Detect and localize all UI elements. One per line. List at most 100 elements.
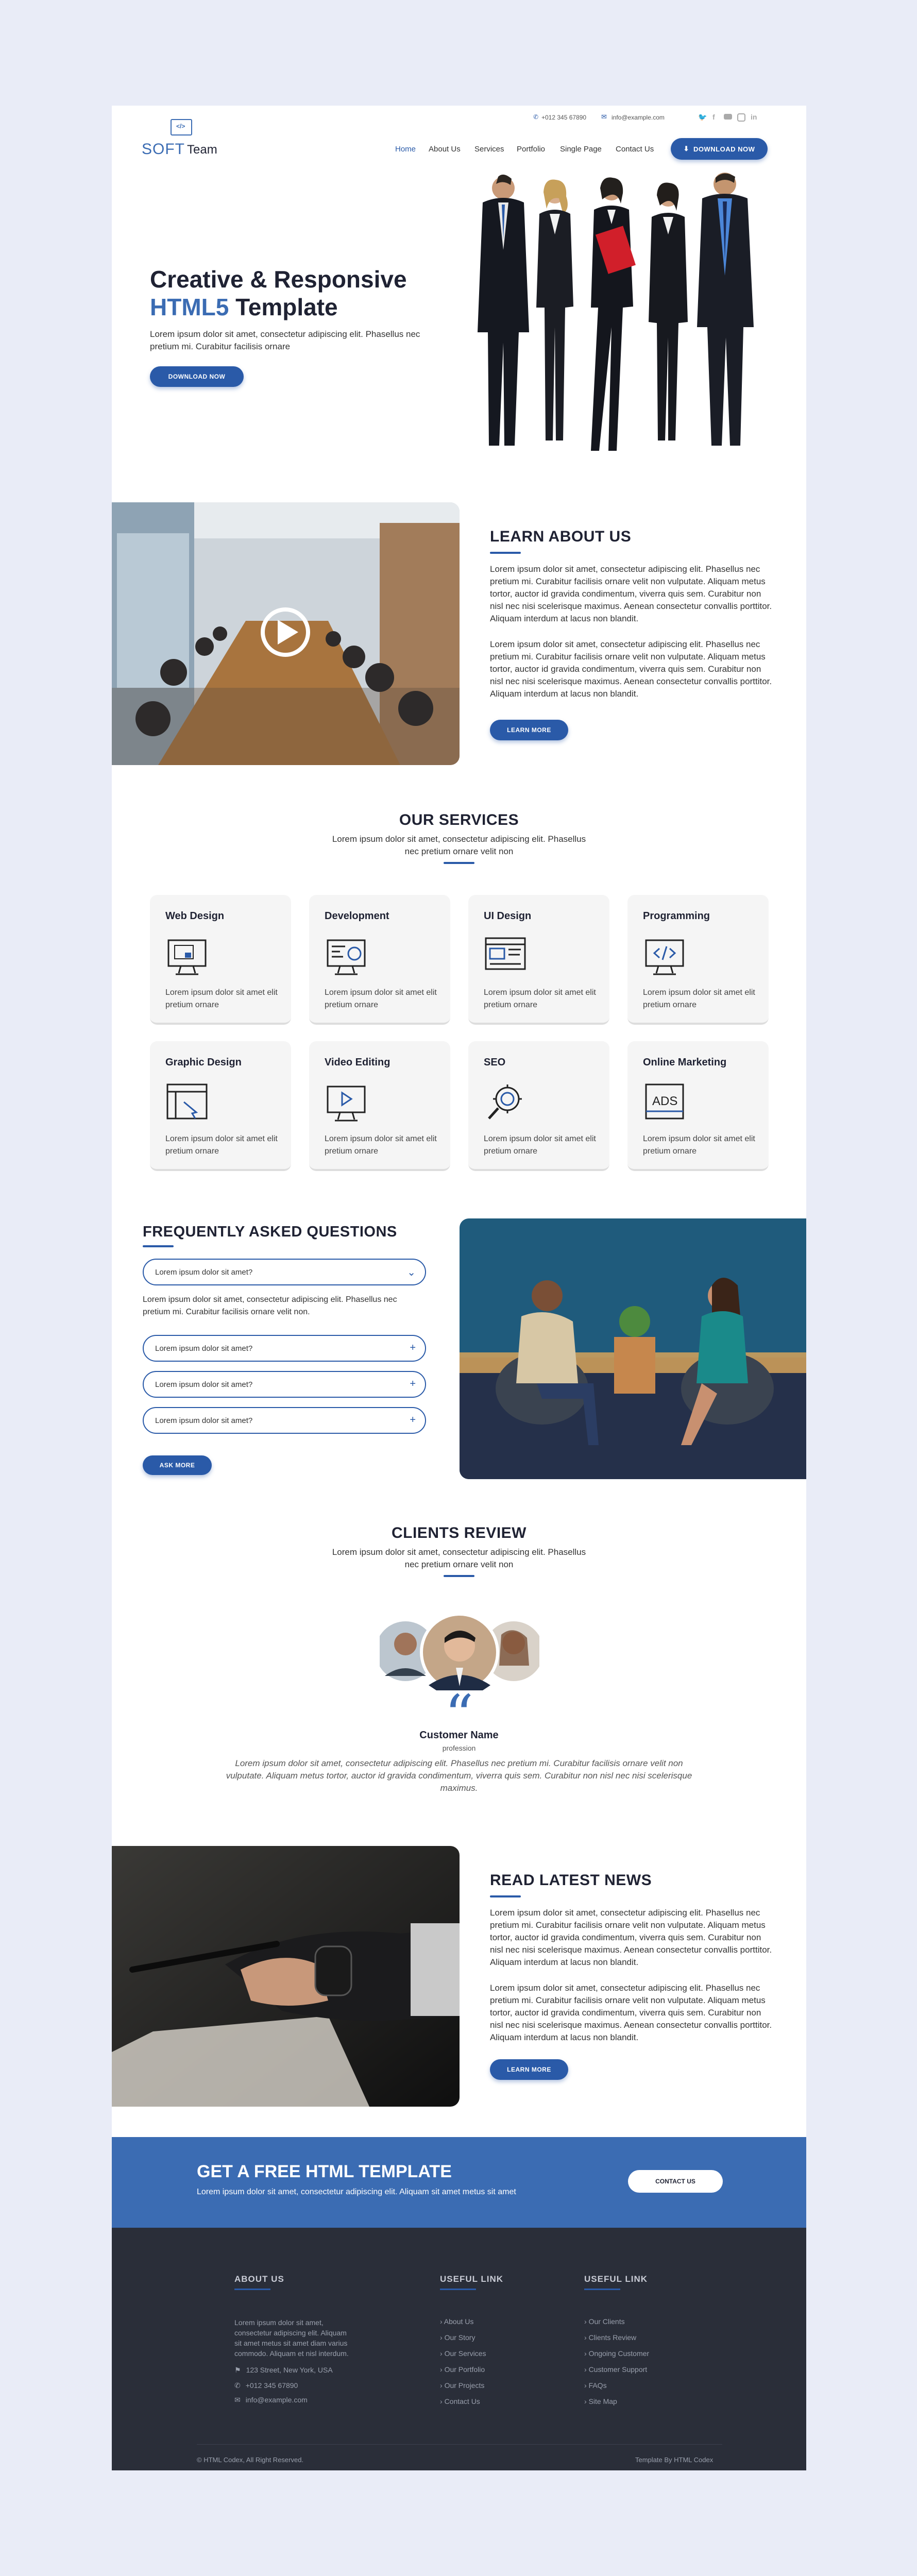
hero-download-button[interactable]: DOWNLOAD NOW <box>150 366 244 387</box>
service-card-seo[interactable]: SEO Lorem ipsum dolor sit amet elit pret… <box>468 1041 609 1171</box>
facebook-icon[interactable]: f <box>712 113 715 121</box>
client-review: Lorem ipsum dolor sit amet, consectetur … <box>226 1758 692 1793</box>
footer-link-customer-support[interactable]: › Customer Support <box>584 2365 647 2374</box>
logo-monitor-icon: </> <box>171 119 192 135</box>
service-card-programming[interactable]: Programming Lorem ipsum dolor sit amet e… <box>627 895 769 1025</box>
faq-question[interactable]: Lorem ipsum dolor sit amet? + <box>143 1335 426 1362</box>
web-design-icon <box>167 939 207 975</box>
footer-about-text: Lorem ipsum dolor sit amet, consectetur … <box>234 2318 349 2358</box>
about-title: LEARN ABOUT US <box>490 528 632 545</box>
faq-section: FREQUENTLY ASKED QUESTIONS Lorem ipsum d… <box>112 1218 806 1486</box>
footer-about-title: ABOUT US <box>234 2274 284 2284</box>
service-text: Lorem ipsum dolor sit amet elit pretium … <box>643 1134 755 1156</box>
faq-title-underline <box>143 1245 174 1247</box>
hero-title-html: HTML5 <box>150 294 229 320</box>
nav-services[interactable]: Services <box>474 145 504 154</box>
footer-credit[interactable]: Template By HTML Codex <box>635 2456 713 2464</box>
person-2 <box>536 179 573 440</box>
footer-link-faqs[interactable]: › FAQs <box>584 2381 607 2389</box>
services-section: OUR SERVICES Lorem ipsum dolor sit amet,… <box>112 806 806 1177</box>
faq-question-text: Lorem ipsum dolor sit amet? <box>155 1344 253 1353</box>
clients-section: CLIENTS REVIEW Lorem ipsum dolor sit ame… <box>112 1517 806 1806</box>
services-title: OUR SERVICES <box>399 811 519 828</box>
nav-portfolio[interactable]: Portfolio <box>517 145 545 154</box>
footer-link-label: Contact Us <box>444 2397 480 2405</box>
footer-link-label: Customer Support <box>588 2365 648 2374</box>
person-5 <box>697 173 754 446</box>
phone-icon: ✆ <box>533 113 539 121</box>
development-icon <box>327 939 366 975</box>
youtube-icon[interactable] <box>724 114 732 120</box>
cta-title: GET A FREE HTML TEMPLATE <box>197 2162 452 2181</box>
linkedin-icon[interactable]: in <box>751 113 757 121</box>
nav-contact-us[interactable]: Contact Us <box>616 145 654 154</box>
hero-text: Lorem ipsum dolor sit amet, consectetur … <box>150 329 420 351</box>
footer-link-label: Clients Review <box>588 2333 637 2342</box>
service-title: Online Marketing <box>643 1057 727 1068</box>
logo[interactable]: </> SOFT Team <box>142 118 224 159</box>
hero-title-rest: Template <box>229 294 338 320</box>
nav-single-page[interactable]: Single Page <box>560 145 602 154</box>
footer-address: ⚑ 123 Street, New York, USA <box>234 2366 333 2375</box>
faq-question-open[interactable]: Lorem ipsum dolor sit amet? ⌄ <box>143 1259 426 1285</box>
footer-link-label: Our Projects <box>444 2381 485 2389</box>
mail-icon: ✉ <box>601 113 607 121</box>
page-container: ✆ +012 345 67890 ✉ info@example.com 🐦 f … <box>112 106 806 2470</box>
chevron-down-icon: ⌄ <box>407 1267 416 1278</box>
person-4 <box>649 182 688 440</box>
location-icon: ⚑ <box>234 2366 241 2374</box>
footer-link-label: Our Portfolio <box>444 2365 485 2374</box>
footer-link-label: FAQs <box>588 2381 607 2389</box>
service-card-online-marketing[interactable]: Online Marketing ADS Lorem ipsum dolor s… <box>627 1041 769 1171</box>
about-title-underline <box>490 552 521 554</box>
logo-code-icon: </> <box>176 123 185 130</box>
faq-answer: Lorem ipsum dolor sit amet, consectetur … <box>143 1295 397 1316</box>
faq-question-text: Lorem ipsum dolor sit amet? <box>155 1416 253 1425</box>
hero-business-team-image <box>478 173 754 451</box>
service-text: Lorem ipsum dolor sit amet elit pretium … <box>165 988 278 1009</box>
footer-link-label: Our Clients <box>588 2317 625 2326</box>
footer-link-contact-us[interactable]: › Contact Us <box>440 2397 480 2405</box>
footer-phone: ✆ +012 345 67890 <box>234 2381 298 2390</box>
service-text: Lorem ipsum dolor sit amet elit pretium … <box>484 1134 596 1156</box>
footer-link-ongoing-customer[interactable]: › Ongoing Customer <box>584 2349 649 2358</box>
footer-link-our-projects[interactable]: › Our Projects <box>440 2381 484 2389</box>
service-card-video-editing[interactable]: Video Editing Lorem ipsum dolor sit amet… <box>309 1041 450 1171</box>
service-title: SEO <box>484 1057 506 1068</box>
footer-link-our-story[interactable]: › Our Story <box>440 2333 475 2342</box>
faq-ask-more-button[interactable]: ASK MORE <box>143 1455 212 1475</box>
service-text: Lorem ipsum dolor sit amet elit pretium … <box>325 1134 437 1156</box>
footer-link-our-clients[interactable]: › Our Clients <box>584 2317 625 2326</box>
instagram-icon[interactable] <box>737 113 745 122</box>
cta-contact-button[interactable]: CONTACT US <box>628 2170 723 2193</box>
footer-link-site-map[interactable]: › Site Map <box>584 2397 617 2405</box>
news-title: READ LATEST NEWS <box>490 1872 652 1889</box>
footer-link-clients-review[interactable]: › Clients Review <box>584 2333 636 2342</box>
service-title: Graphic Design <box>165 1057 242 1068</box>
footer-phone-text: +012 345 67890 <box>245 2381 298 2389</box>
service-text: Lorem ipsum dolor sit amet elit pretium … <box>165 1134 278 1156</box>
twitter-icon[interactable]: 🐦 <box>698 113 707 122</box>
about-meeting-image <box>112 502 460 765</box>
clients-title-underline <box>444 1575 474 1577</box>
service-card-development[interactable]: Development Lorem ipsum dolor sit amet e… <box>309 895 450 1025</box>
service-card-web-design[interactable]: Web Design Lorem ipsum dolor sit amet el… <box>150 895 291 1025</box>
nav-download-label: DOWNLOAD NOW <box>693 145 755 153</box>
about-paragraph-2: Lorem ipsum dolor sit amet, consectetur … <box>490 639 772 699</box>
service-card-ui-design[interactable]: UI Design Lorem ipsum dolor sit amet eli… <box>468 895 609 1025</box>
nav-download-button[interactable]: ⬇ DOWNLOAD NOW <box>671 138 768 160</box>
faq-question[interactable]: Lorem ipsum dolor sit amet? + <box>143 1371 426 1398</box>
footer-link-about-us[interactable]: › About Us <box>440 2317 473 2326</box>
footer-email-text: info@example.com <box>245 2396 308 2404</box>
footer-link-our-portfolio[interactable]: › Our Portfolio <box>440 2365 485 2374</box>
faq-question[interactable]: Lorem ipsum dolor sit amet? + <box>143 1407 426 1434</box>
download-icon: ⬇ <box>683 145 690 152</box>
news-learn-more-button[interactable]: LEARN MORE <box>490 2059 568 2080</box>
topbar-email: info@example.com <box>612 114 665 121</box>
footer-link-our-services[interactable]: › Our Services <box>440 2349 486 2358</box>
nav-home[interactable]: Home <box>395 145 416 154</box>
service-card-graphic-design[interactable]: Graphic Design Lorem ipsum dolor sit ame… <box>150 1041 291 1171</box>
about-learn-more-button[interactable]: LEARN MORE <box>490 720 568 740</box>
nav-about-us[interactable]: About Us <box>429 145 461 154</box>
news-pen-hand-image <box>112 1846 460 2107</box>
